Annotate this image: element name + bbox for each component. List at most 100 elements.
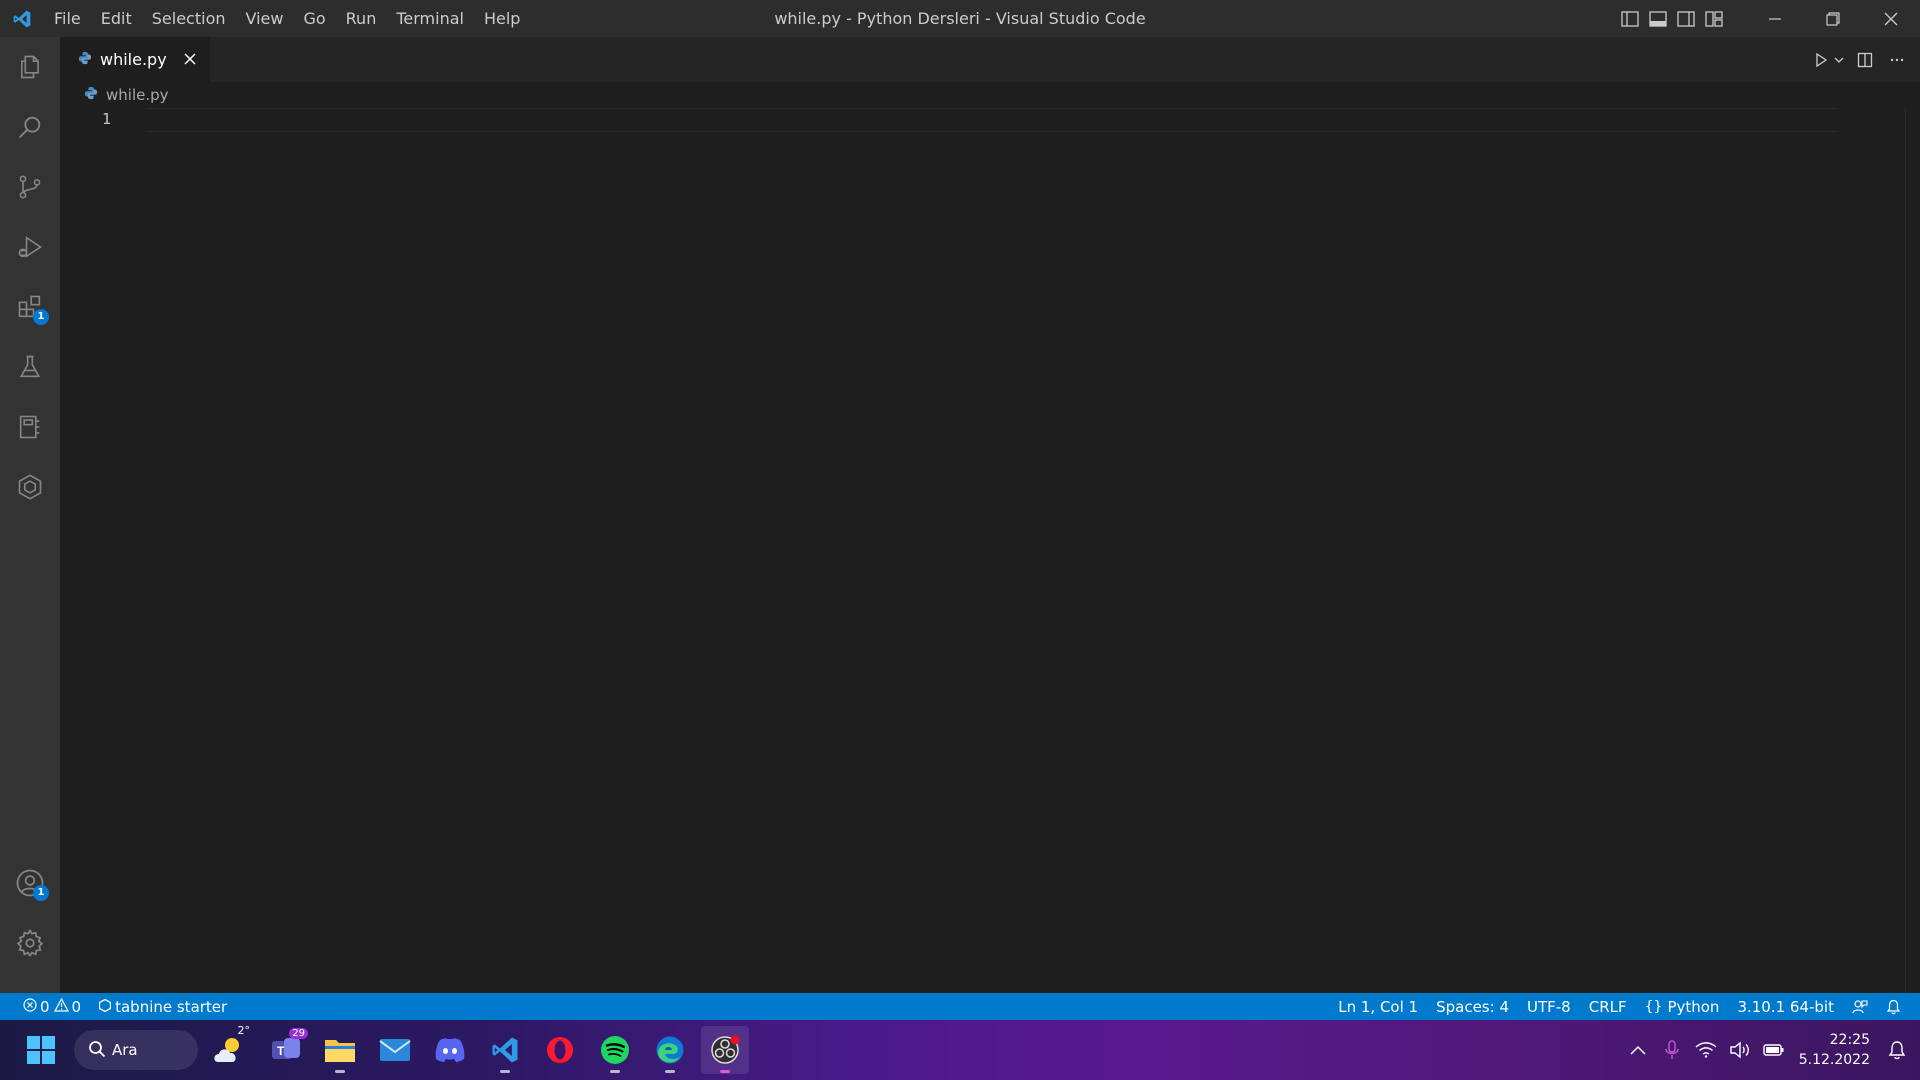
run-python-file-icon[interactable]: [1808, 47, 1834, 73]
wifi-icon[interactable]: [1689, 1026, 1723, 1074]
clock-time: 22:25: [1829, 1032, 1870, 1048]
language-mode[interactable]: {} Python: [1636, 993, 1729, 1020]
chevron-down-icon[interactable]: [1832, 47, 1846, 73]
error-count: 0: [40, 997, 50, 1016]
braces-icon: {}: [1644, 998, 1663, 1015]
vscode-taskbar-icon[interactable]: [481, 1026, 529, 1074]
activity-bar: 1 1: [0, 37, 60, 993]
search-icon[interactable]: [0, 97, 60, 157]
encoding[interactable]: UTF-8: [1518, 993, 1580, 1020]
breadcrumb: while.py: [84, 82, 169, 108]
extensions-badge: 1: [33, 309, 49, 325]
warning-count: 0: [71, 997, 82, 1016]
notifications-bell-icon[interactable]: [1877, 993, 1910, 1020]
search-label: Ara: [112, 1041, 138, 1059]
feedback-icon[interactable]: [1843, 993, 1877, 1020]
toggle-panel-icon[interactable]: [1644, 5, 1672, 33]
python-interpreter[interactable]: 3.10.1 64-bit: [1728, 993, 1843, 1020]
menu-bar: File Edit Selection View Go Run Terminal…: [44, 0, 530, 37]
current-line-highlight: [146, 108, 1838, 132]
battery-icon[interactable]: [1757, 1026, 1791, 1074]
clock-date: 5.12.2022: [1798, 1052, 1870, 1068]
running-indicator: [720, 1070, 730, 1073]
tab-label: while.py: [100, 50, 167, 69]
opera-icon[interactable]: [536, 1026, 584, 1074]
testing-icon[interactable]: [0, 337, 60, 397]
python-file-icon: [84, 86, 98, 104]
accounts-icon[interactable]: 1: [0, 853, 60, 913]
problems-status[interactable]: 0 0: [14, 993, 90, 1020]
running-indicator: [610, 1070, 620, 1073]
vscode-logo-icon: [0, 0, 44, 37]
python-file-icon: [78, 50, 92, 69]
menu-edit[interactable]: Edit: [91, 0, 142, 37]
split-editor-icon[interactable]: [1852, 47, 1878, 73]
tabnine-icon: [98, 998, 112, 1016]
notification-center-icon[interactable]: [1882, 1026, 1912, 1074]
weather-widget-icon[interactable]: 2°: [206, 1024, 254, 1074]
code-editor[interactable]: 1: [60, 108, 1920, 993]
explorer-icon[interactable]: [0, 37, 60, 97]
menu-terminal[interactable]: Terminal: [386, 0, 474, 37]
running-indicator: [500, 1070, 510, 1073]
menu-go[interactable]: Go: [293, 0, 335, 37]
running-indicator: [665, 1070, 675, 1073]
menu-run[interactable]: Run: [336, 0, 387, 37]
error-icon: [23, 997, 37, 1016]
editor-actions: [1808, 37, 1910, 82]
indentation[interactable]: Spaces: 4: [1427, 993, 1518, 1020]
line-number: 1: [102, 110, 112, 128]
vertical-scrollbar[interactable]: [1905, 108, 1906, 993]
taskbar-clock[interactable]: 22:25 5.12.2022: [1799, 1030, 1870, 1070]
running-indicator: [335, 1070, 345, 1073]
menu-selection[interactable]: Selection: [142, 0, 236, 37]
menu-help[interactable]: Help: [474, 0, 530, 37]
search-icon: [88, 1040, 106, 1062]
run-debug-icon[interactable]: [0, 217, 60, 277]
tabnine-hub-icon[interactable]: [0, 457, 60, 517]
edge-icon[interactable]: [646, 1026, 694, 1074]
teams-badge: 29: [289, 1028, 308, 1039]
obs-studio-icon[interactable]: [701, 1026, 749, 1074]
toggle-primary-sidebar-icon[interactable]: [1616, 5, 1644, 33]
discord-icon[interactable]: [426, 1026, 474, 1074]
spotify-icon[interactable]: [591, 1026, 639, 1074]
microphone-icon[interactable]: [1655, 1026, 1689, 1074]
volume-icon[interactable]: [1723, 1026, 1757, 1074]
menu-view[interactable]: View: [236, 0, 294, 37]
breadcrumb-file[interactable]: while.py: [106, 86, 169, 104]
warning-icon: [53, 997, 69, 1016]
accounts-badge: 1: [33, 885, 49, 901]
mail-icon[interactable]: [371, 1026, 419, 1074]
more-actions-icon[interactable]: [1884, 47, 1910, 73]
svg-text:T: T: [277, 1044, 285, 1058]
tab-while-py[interactable]: while.py: [60, 37, 210, 82]
cursor-position[interactable]: Ln 1, Col 1: [1329, 993, 1427, 1020]
editor-tabs-bar: while.py: [60, 37, 1920, 82]
title-bar: File Edit Selection View Go Run Terminal…: [0, 0, 1920, 37]
source-control-icon[interactable]: [0, 157, 60, 217]
teams-chat-icon[interactable]: T 29: [262, 1026, 310, 1074]
remote-explorer-icon[interactable]: [0, 397, 60, 457]
end-of-line[interactable]: CRLF: [1580, 993, 1636, 1020]
restore-icon[interactable]: [1804, 0, 1862, 37]
customize-layout-icon[interactable]: [1700, 5, 1728, 33]
windows-taskbar: Ara 2° T 29 22:25 5.12.2022: [0, 1020, 1920, 1080]
title-bar-controls: [1616, 0, 1920, 37]
start-windows-icon[interactable]: [17, 1026, 65, 1074]
file-explorer-icon[interactable]: [316, 1026, 364, 1074]
tabnine-status[interactable]: tabnine starter: [90, 993, 236, 1020]
taskbar-search[interactable]: Ara: [74, 1030, 198, 1070]
minimize-icon[interactable]: [1746, 0, 1804, 37]
language-label: Python: [1667, 997, 1720, 1016]
extensions-icon[interactable]: 1: [0, 277, 60, 337]
weather-temperature: 2°: [237, 1024, 251, 1037]
close-window-icon[interactable]: [1862, 0, 1920, 37]
settings-gear-icon[interactable]: [0, 913, 60, 973]
show-hidden-icons-chevron-up-icon[interactable]: [1621, 1026, 1655, 1074]
tabnine-label: tabnine starter: [115, 997, 228, 1016]
close-icon[interactable]: [180, 49, 200, 69]
status-bar: 0 0 tabnine starter Ln 1, Col 1 Spaces: …: [0, 993, 1920, 1020]
menu-file[interactable]: File: [44, 0, 91, 37]
toggle-secondary-sidebar-icon[interactable]: [1672, 5, 1700, 33]
